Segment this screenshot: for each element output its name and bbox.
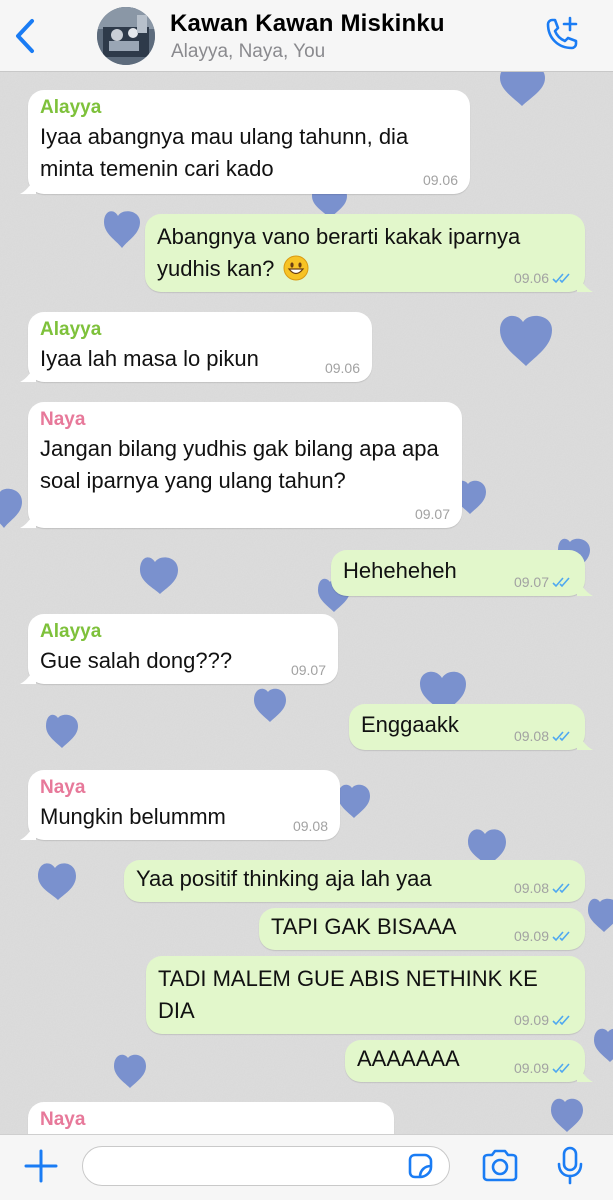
read-ticks-icon xyxy=(552,1063,570,1074)
plus-icon xyxy=(24,1149,58,1183)
read-ticks-icon xyxy=(552,577,570,588)
time-label: 09.08 xyxy=(513,728,549,744)
group-photo xyxy=(97,7,155,65)
message-time: 09.08 xyxy=(514,880,573,896)
group-avatar[interactable] xyxy=(97,7,155,65)
back-button[interactable] xyxy=(10,16,40,56)
message-time: 09.08 xyxy=(514,728,573,744)
read-ticks-icon xyxy=(552,1015,570,1026)
message-time: 09.09 xyxy=(514,1060,573,1076)
time-label: 09.06 xyxy=(513,270,549,286)
message-list[interactable]: Alayya Iyaa abangnya mau ulang tahunn, d… xyxy=(0,72,613,1134)
bubble-tail xyxy=(20,366,36,382)
message-time: 09.06 xyxy=(325,360,360,376)
message-text: Yaa positif thinking aja lah yaa xyxy=(136,866,432,891)
composer-bar xyxy=(0,1134,613,1200)
bubble-tail xyxy=(20,668,36,684)
incoming-message[interactable]: Alayya Iyaa abangnya mau ulang tahunn, d… xyxy=(20,90,470,194)
message-time: 09.09 xyxy=(514,928,573,944)
sender-name[interactable]: Naya xyxy=(40,777,328,799)
read-ticks-icon xyxy=(552,273,570,284)
sticker-button[interactable] xyxy=(405,1151,435,1181)
time-label: 09.09 xyxy=(513,1060,549,1076)
message-time: 09.09 xyxy=(514,1012,573,1028)
microphone-button[interactable] xyxy=(555,1145,585,1187)
sender-name[interactable]: Alayya xyxy=(40,319,360,341)
sender-name[interactable]: Alayya xyxy=(40,621,326,643)
chat-title[interactable]: Kawan Kawan Miskinku xyxy=(170,10,445,38)
add-call-button[interactable] xyxy=(540,14,582,56)
message-time: 09.07 xyxy=(415,506,450,522)
microphone-icon xyxy=(557,1146,583,1185)
message-time: 09.06 xyxy=(423,172,458,188)
incoming-message[interactable]: Naya Jangan bilang yudhis gak bilang apa… xyxy=(20,402,462,528)
bubble-tail xyxy=(20,824,36,840)
message-text: Iyaa abangnya mau ulang tahunn, dia mint… xyxy=(40,124,409,181)
incoming-message[interactable]: Naya xyxy=(28,1102,394,1134)
chevron-left-icon xyxy=(16,19,34,53)
time-label: 09.07 xyxy=(290,662,326,678)
outgoing-message[interactable]: TAPI GAK BISAAA 09.09 xyxy=(259,908,585,950)
bubble-tail xyxy=(577,276,593,292)
bubble-tail xyxy=(577,580,593,596)
time-label: 09.08 xyxy=(513,880,549,896)
sticker-icon xyxy=(408,1153,433,1179)
message-text-content: Abangnya vano berarti kakak iparnya yudh… xyxy=(157,224,521,281)
outgoing-message[interactable]: AAAAAAA 09.09 xyxy=(345,1040,593,1082)
incoming-message[interactable]: Alayya Gue salah dong??? 09.07 xyxy=(20,614,338,684)
message-input[interactable] xyxy=(82,1146,450,1186)
time-label: 09.08 xyxy=(292,818,328,834)
time-label: 09.09 xyxy=(513,928,549,944)
message-time: 09.08 xyxy=(293,818,328,834)
time-label: 09.07 xyxy=(513,574,549,590)
sender-name[interactable]: Naya xyxy=(40,1109,382,1131)
bubble-tail xyxy=(20,512,36,528)
chat-header: Kawan Kawan Miskinku Alayya, Naya, You xyxy=(0,0,613,72)
outgoing-message[interactable]: Enggaakk 09.08 xyxy=(349,704,593,750)
grinning-face-emoji xyxy=(283,255,309,281)
bubble-tail xyxy=(577,734,593,750)
outgoing-message[interactable]: Heheheheh 09.07 xyxy=(331,550,593,596)
outgoing-message[interactable]: Abangnya vano berarti kakak iparnya yudh… xyxy=(145,214,593,292)
time-label: 09.06 xyxy=(324,360,360,376)
read-ticks-icon xyxy=(552,931,570,942)
attach-button[interactable] xyxy=(22,1147,60,1185)
message-text: Mungkin belummm xyxy=(40,804,226,829)
message-text: Jangan bilang yudhis gak bilang apa apa … xyxy=(40,436,439,493)
message-time: 09.06 xyxy=(514,270,573,286)
incoming-message[interactable]: Naya Mungkin belummm 09.08 xyxy=(20,770,340,840)
sender-name[interactable]: Alayya xyxy=(40,97,458,119)
message-time: 09.07 xyxy=(514,574,573,590)
add-call-icon xyxy=(546,16,578,50)
bubble-tail xyxy=(20,178,36,194)
time-label: 09.07 xyxy=(414,506,450,522)
message-text: Iyaa lah masa lo pikun xyxy=(40,346,259,371)
time-label: 09.06 xyxy=(422,172,458,188)
read-ticks-icon xyxy=(552,731,570,742)
message-text: Gue salah dong??? xyxy=(40,648,233,673)
sender-name[interactable]: Naya xyxy=(40,409,450,431)
camera-icon xyxy=(482,1149,518,1182)
bubble-tail xyxy=(577,1066,593,1082)
outgoing-message[interactable]: Yaa positif thinking aja lah yaa 09.08 xyxy=(124,860,585,902)
read-ticks-icon xyxy=(552,883,570,894)
chat-members[interactable]: Alayya, Naya, You xyxy=(171,41,325,63)
message-time: 09.07 xyxy=(291,662,326,678)
camera-button[interactable] xyxy=(480,1148,520,1184)
incoming-message[interactable]: Alayya Iyaa lah masa lo pikun 09.06 xyxy=(20,312,372,382)
outgoing-message[interactable]: TADI MALEM GUE ABIS NETHINK KE DIA 09.09 xyxy=(146,956,585,1034)
time-label: 09.09 xyxy=(513,1012,549,1028)
